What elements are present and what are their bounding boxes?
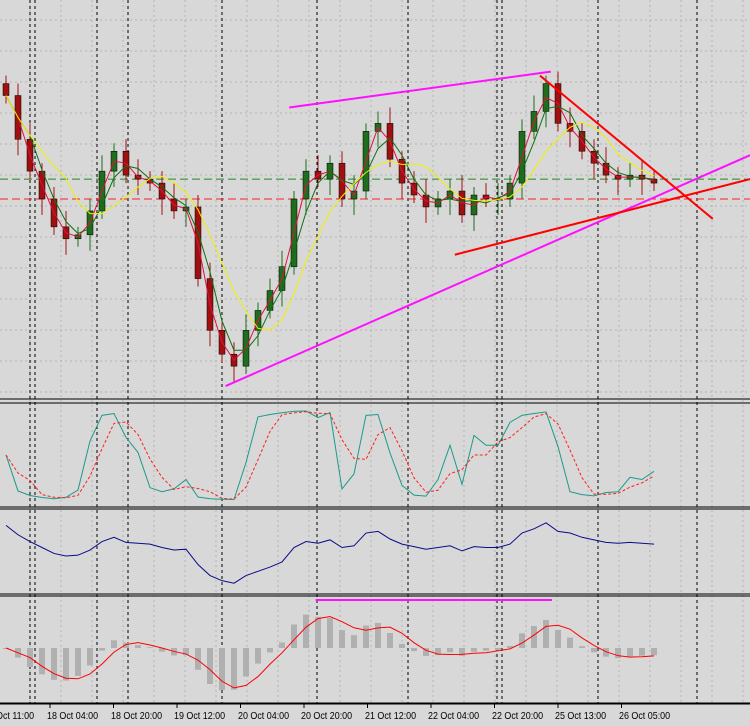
macd-histogram-bar bbox=[303, 614, 309, 648]
x-tick-label: 26 Oct 05:00 bbox=[618, 710, 670, 722]
macd-histogram-bar bbox=[75, 648, 81, 676]
macd-histogram-bar bbox=[63, 648, 69, 681]
macd-histogram-bar bbox=[387, 632, 393, 648]
macd-histogram-bar bbox=[219, 648, 225, 691]
macd-histogram-bar bbox=[255, 648, 261, 664]
x-tick-label: 22 Oct 20:00 bbox=[491, 710, 543, 722]
candle-body bbox=[2, 83, 10, 96]
macd-histogram-bar bbox=[483, 648, 489, 651]
macd-histogram-bar bbox=[447, 648, 453, 653]
macd-histogram-bar bbox=[651, 648, 657, 656]
macd-histogram-bar bbox=[207, 648, 213, 684]
macd-histogram-bar bbox=[351, 635, 357, 648]
macd-histogram-bar bbox=[147, 647, 153, 648]
macd-histogram-bar bbox=[363, 625, 369, 648]
chart-window: Oct 11:00 18 Oct 04:00 18 Oct 20:00 19 Oct … bbox=[0, 0, 750, 726]
x-tick-label: 18 Oct 20:00 bbox=[110, 710, 162, 722]
macd-histogram-bar bbox=[99, 648, 105, 651]
trendline bbox=[539, 74, 714, 220]
ma-mid-line bbox=[5, 95, 655, 351]
macd-histogram-bar bbox=[375, 622, 381, 648]
macd-histogram-bar bbox=[591, 648, 597, 653]
x-tick-label: 21 Oct 12:00 bbox=[364, 710, 416, 722]
macd-histogram-bar bbox=[627, 648, 633, 657]
macd-histogram-bar bbox=[291, 624, 297, 648]
macd-histogram-bar bbox=[615, 648, 621, 659]
macd-histogram-bar bbox=[135, 645, 141, 648]
macd-histogram-bar bbox=[243, 648, 249, 677]
macd-histogram-bar bbox=[579, 646, 585, 648]
macd-histogram-bar bbox=[411, 648, 417, 652]
macd-histogram-bar bbox=[519, 633, 525, 648]
x-tick-label: 20 Oct 20:00 bbox=[301, 710, 353, 722]
trendline bbox=[454, 178, 750, 256]
macd-histogram-bar bbox=[111, 640, 117, 648]
x-tick-label: 19 Oct 12:00 bbox=[174, 710, 226, 722]
macd-histogram-bar bbox=[87, 648, 93, 666]
macd-histogram-bar bbox=[471, 648, 477, 652]
macd-histogram-bar bbox=[39, 648, 45, 675]
macd-histogram-bar bbox=[567, 637, 573, 648]
macd-histogram-bar bbox=[327, 618, 333, 648]
macd-histogram-bar bbox=[495, 648, 501, 650]
price-chart[interactable] bbox=[0, 0, 750, 726]
x-tick-label: 20 Oct 04:00 bbox=[237, 710, 289, 722]
macd-histogram-bar bbox=[267, 648, 273, 653]
macd-histogram-bar bbox=[51, 648, 57, 680]
macd-histogram-bar bbox=[543, 619, 549, 648]
trendline bbox=[289, 70, 551, 109]
macd-histogram-bar bbox=[279, 642, 285, 648]
macd-histogram-bar bbox=[555, 629, 561, 648]
macd-histogram-bar bbox=[639, 648, 645, 656]
macd-histogram-bar bbox=[231, 648, 237, 690]
x-tick-label: Oct 11:00 bbox=[0, 710, 35, 722]
macd-histogram-bar bbox=[339, 630, 345, 648]
x-tick-label: 25 Oct 13:00 bbox=[555, 710, 607, 722]
macd-histogram-bar bbox=[399, 643, 405, 648]
x-tick-label: 22 Oct 04:00 bbox=[428, 710, 480, 722]
macd-histogram-bar bbox=[315, 616, 321, 648]
x-tick-label: 18 Oct 04:00 bbox=[47, 710, 99, 722]
